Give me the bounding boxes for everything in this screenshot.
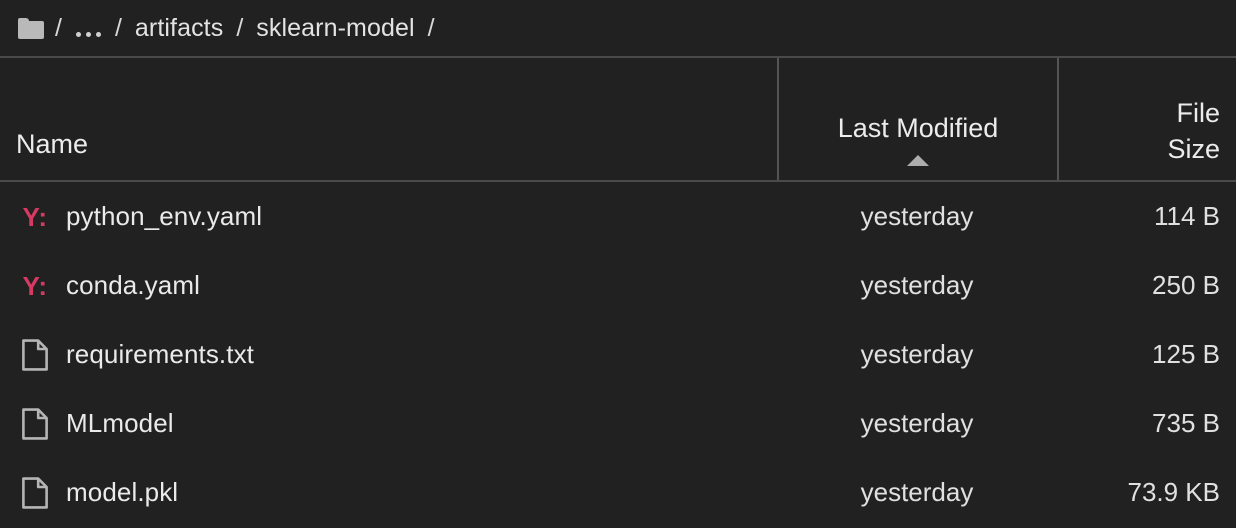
folder-icon[interactable] (18, 17, 44, 39)
document-file-icon (18, 406, 52, 442)
column-header-file-size-label-line1: File (1176, 98, 1220, 129)
breadcrumb-item-sklearn-model[interactable]: sklearn-model (252, 14, 418, 43)
sort-ascending-arrow-icon (907, 155, 929, 166)
cell-last-modified: yesterday (860, 270, 974, 300)
file-browser: / / artifacts / sklearn-model / Name Las… (0, 0, 1236, 528)
column-header-last-modified[interactable]: Last Modified (777, 58, 1057, 180)
cell-last-modified: yesterday (860, 477, 974, 507)
breadcrumb-item-artifacts[interactable]: artifacts (131, 14, 227, 43)
column-header-last-modified-label: Last Modified (837, 113, 999, 144)
table-header-row: Name Last Modified File Size (0, 58, 1236, 182)
cell-name: requirements.txt (0, 337, 777, 373)
ellipsis-dot (75, 32, 81, 37)
cell-last-modified: yesterday (860, 339, 974, 369)
table-row[interactable]: Y: conda.yaml yesterday 250 B (0, 251, 1236, 320)
cell-last-modified: yesterday (860, 201, 974, 231)
cell-file-size: 73.9 KB (1127, 477, 1220, 507)
column-header-file-size-label-line2: Size (1167, 134, 1220, 165)
column-header-name[interactable]: Name (0, 58, 777, 180)
breadcrumb-separator-2: / (236, 13, 244, 42)
breadcrumb-separator-0: / (55, 13, 62, 42)
breadcrumb-bar: / / artifacts / sklearn-model / (0, 0, 1236, 58)
document-file-icon (18, 337, 52, 373)
cell-name: model.pkl (0, 475, 777, 511)
table-body: Y: python_env.yaml yesterday 114 B Y: co… (0, 182, 1236, 528)
ellipsis-dot (95, 32, 101, 37)
document-file-icon (18, 475, 52, 511)
breadcrumb-ellipsis-button[interactable] (71, 15, 106, 41)
column-header-name-label: Name (16, 129, 89, 160)
yaml-file-icon: Y: (22, 201, 48, 232)
cell-file-size: 735 B (1152, 408, 1220, 438)
file-name-label: requirements.txt (66, 339, 255, 369)
breadcrumb-separator-3: / (427, 13, 435, 42)
file-name-label: conda.yaml (66, 270, 200, 300)
column-header-file-size[interactable]: File Size (1057, 58, 1236, 180)
table-row[interactable]: requirements.txt yesterday 125 B (0, 320, 1236, 389)
yaml-file-icon: Y: (22, 270, 48, 301)
file-table: Name Last Modified File Size Y: python_e… (0, 58, 1236, 528)
cell-name: Y: conda.yaml (0, 268, 777, 304)
cell-file-size: 125 B (1152, 339, 1220, 369)
ellipsis-dot (85, 32, 91, 37)
cell-file-size: 250 B (1152, 270, 1220, 300)
file-name-label: model.pkl (66, 477, 179, 507)
breadcrumb-separator-1: / (114, 13, 122, 42)
table-row[interactable]: model.pkl yesterday 73.9 KB (0, 458, 1236, 527)
cell-last-modified: yesterday (860, 408, 974, 438)
breadcrumb: / / artifacts / sklearn-model / (18, 14, 444, 43)
table-row[interactable]: Y: python_env.yaml yesterday 114 B (0, 182, 1236, 251)
cell-file-size: 114 B (1153, 201, 1220, 231)
cell-name: MLmodel (0, 406, 777, 442)
cell-name: Y: python_env.yaml (0, 199, 777, 235)
file-name-label: MLmodel (66, 408, 174, 438)
table-row[interactable]: MLmodel yesterday 735 B (0, 389, 1236, 458)
file-name-label: python_env.yaml (66, 201, 263, 231)
